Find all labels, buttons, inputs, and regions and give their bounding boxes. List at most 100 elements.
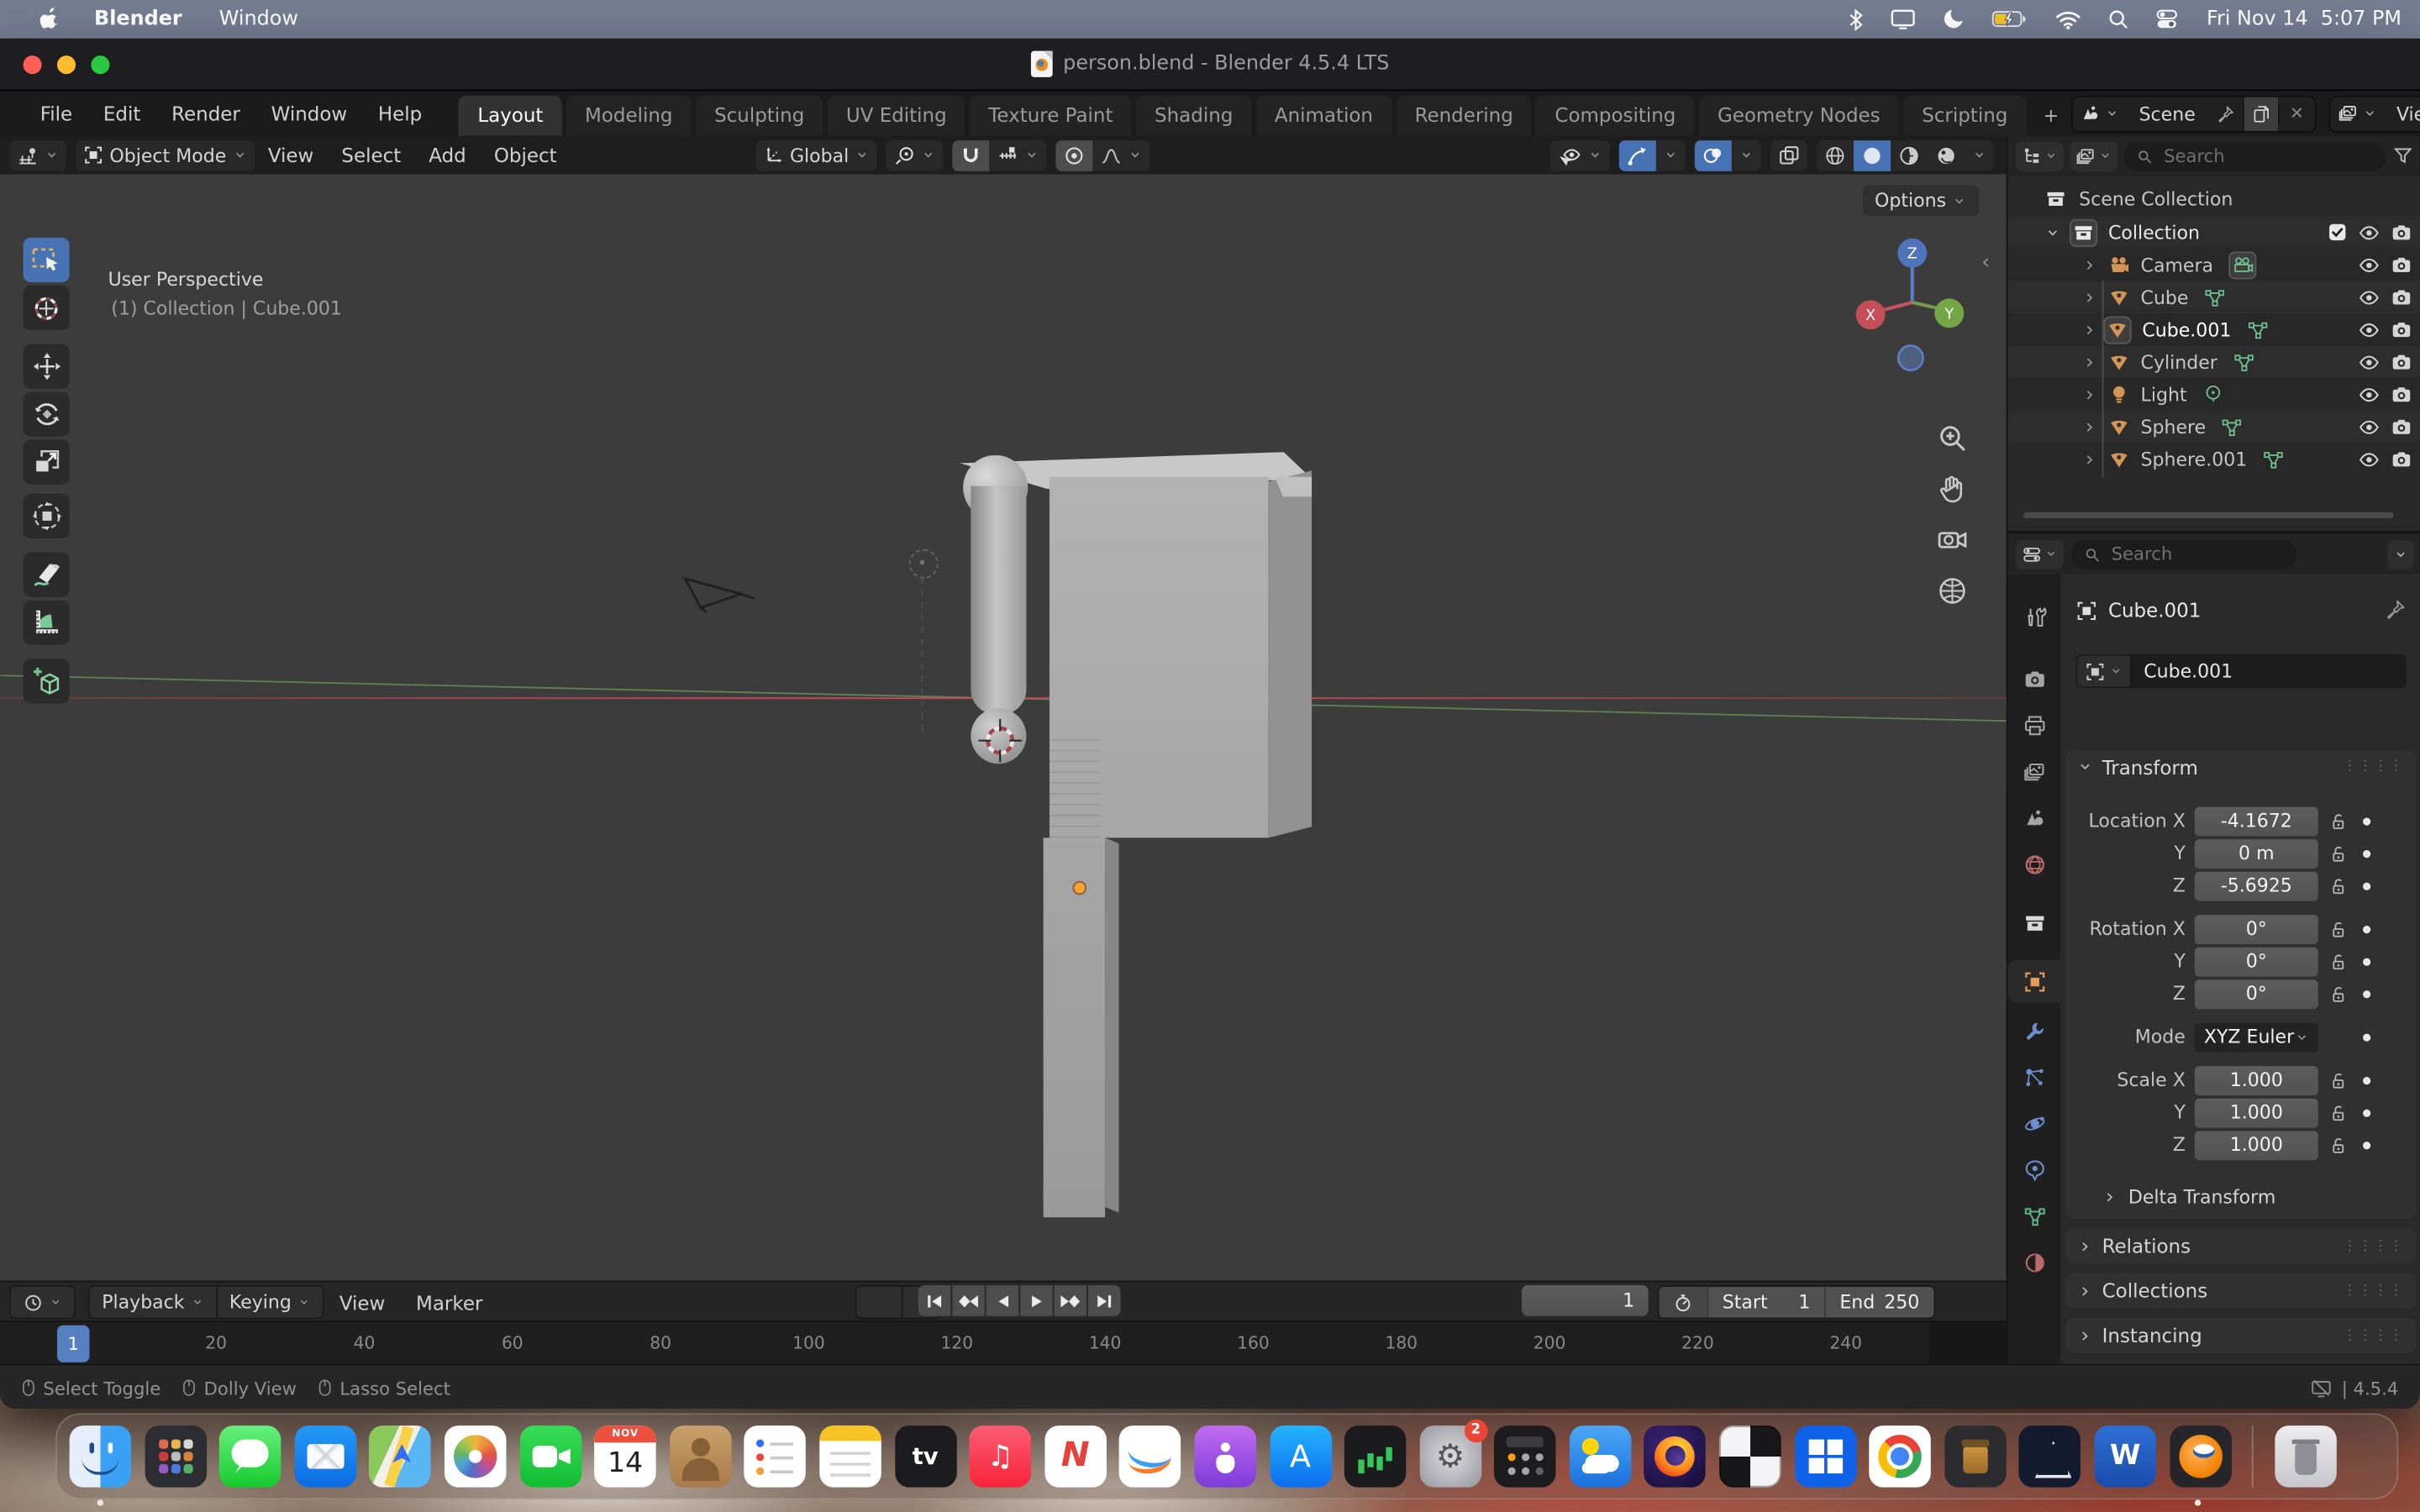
dock-blender-icon[interactable] xyxy=(2170,1425,2231,1487)
location-x-lock-icon[interactable] xyxy=(2328,811,2348,831)
collections-section[interactable]: Collections⋮⋮⋮⋮ xyxy=(2065,1273,2417,1308)
dock-music-icon[interactable]: ♫ xyxy=(970,1425,1031,1487)
menu-file[interactable]: File xyxy=(24,102,87,125)
location-z-animate-dot[interactable] xyxy=(2363,882,2370,890)
menu-window[interactable]: Window xyxy=(255,102,362,125)
tab-particle-properties[interactable] xyxy=(2008,1055,2060,1098)
cylinder-hide-eye-icon[interactable] xyxy=(2359,351,2381,373)
dock-affinity-icon[interactable] xyxy=(2019,1425,2081,1487)
pin-scene-icon[interactable] xyxy=(2207,97,2241,130)
camera-hide-eye-icon[interactable] xyxy=(2359,254,2381,276)
location-z-field[interactable]: -5.6925 xyxy=(2195,871,2318,900)
playback-menu[interactable]: Playback xyxy=(90,1287,218,1318)
tab-collection-properties[interactable] xyxy=(2008,901,2060,944)
tab-animation[interactable]: Animation xyxy=(1256,96,1392,136)
play-button[interactable] xyxy=(1020,1285,1053,1316)
dock-notes-icon[interactable] xyxy=(819,1425,881,1487)
dock-chrome-icon[interactable] xyxy=(1870,1425,1931,1487)
tab-shading[interactable]: Shading xyxy=(1136,96,1251,136)
tab-world-properties[interactable] xyxy=(2008,843,2060,885)
dock-firefox-icon[interactable] xyxy=(1644,1425,1706,1487)
scale-x-field[interactable]: 1.000 xyxy=(2195,1065,2318,1095)
cylinder-mesh-data-icon[interactable] xyxy=(2233,351,2254,373)
cube001-mesh-data-icon[interactable] xyxy=(2247,318,2269,340)
object-id-dropdown[interactable] xyxy=(2075,654,2129,688)
shading-wireframe-button[interactable] xyxy=(1817,139,1854,171)
falloff-dropdown[interactable] xyxy=(1092,139,1150,171)
viewlayer-selector[interactable]: ViewLayer ✕ xyxy=(2328,95,2420,132)
camera-object[interactable] xyxy=(676,568,759,617)
outliner-row-light[interactable]: Light xyxy=(2008,378,2420,411)
navigation-gizmo[interactable]: Z X Y xyxy=(1850,233,1974,375)
scale-x-animate-dot[interactable] xyxy=(2363,1076,2370,1084)
add-workspace-button[interactable]: + xyxy=(2031,97,2071,136)
light-hide-eye-icon[interactable] xyxy=(2359,383,2381,405)
outliner-row-scene-collection[interactable]: Scene Collection xyxy=(2008,182,2420,215)
snap-toggle[interactable] xyxy=(952,139,989,171)
tab-material-properties[interactable] xyxy=(2008,1241,2060,1284)
tab-physics-properties[interactable] xyxy=(2008,1101,2060,1144)
sphere001-hide-eye-icon[interactable] xyxy=(2359,449,2381,470)
dock-weather-icon[interactable] xyxy=(1570,1425,1631,1487)
cursor-tool[interactable] xyxy=(24,286,70,330)
scale-z-animate-dot[interactable] xyxy=(2363,1141,2370,1148)
next-keyframe-button[interactable] xyxy=(1054,1285,1086,1316)
battery-icon[interactable] xyxy=(1976,11,2041,28)
cube-mesh-data-icon[interactable] xyxy=(2204,286,2226,308)
pivot-point-dropdown[interactable] xyxy=(886,139,943,171)
outliner-row-cube001[interactable]: Cube.001 xyxy=(2008,313,2420,346)
dock-launchpad-icon[interactable] xyxy=(145,1425,206,1487)
dock-app-store-icon[interactable]: A xyxy=(1270,1425,1331,1487)
instancing-section[interactable]: Instancing⋮⋮⋮⋮ xyxy=(2065,1318,2417,1353)
relations-section[interactable]: Relations⋮⋮⋮⋮ xyxy=(2065,1228,2417,1263)
annotate-tool[interactable] xyxy=(24,553,70,597)
apple-menu-icon[interactable] xyxy=(24,6,76,32)
mode-dropdown[interactable]: Object Mode xyxy=(76,139,254,171)
location-x-animate-dot[interactable] xyxy=(2363,817,2370,825)
menu-help[interactable]: Help xyxy=(363,102,438,125)
rotation-x-lock-icon[interactable] xyxy=(2328,919,2348,939)
outliner-display-mode-button[interactable] xyxy=(2070,141,2118,171)
tab-uv-editing[interactable]: UV Editing xyxy=(828,96,965,136)
location-y-animate-dot[interactable] xyxy=(2363,849,2370,857)
rotation-x-animate-dot[interactable] xyxy=(2363,925,2370,932)
scale-z-field[interactable]: 1.000 xyxy=(2195,1130,2318,1159)
transform-orientation-dropdown[interactable]: Global xyxy=(756,139,877,171)
use-preview-range-icon[interactable] xyxy=(1659,1287,1708,1318)
tab-sculpting[interactable]: Sculpting xyxy=(696,96,823,136)
proportional-edit-toggle[interactable] xyxy=(1055,139,1092,171)
pan-hand-icon[interactable] xyxy=(1935,472,1969,506)
sidebar-collapse-arrow[interactable]: ‹ xyxy=(1981,251,1990,275)
editor-type-button[interactable] xyxy=(9,139,66,171)
dock-apple-tv-icon[interactable]: tv xyxy=(894,1425,955,1487)
light-data-icon[interactable] xyxy=(2202,383,2224,405)
tab-rendering[interactable]: Rendering xyxy=(1397,96,1532,136)
tab-constraint-properties[interactable] xyxy=(2008,1148,2060,1191)
show-overlays-toggle[interactable] xyxy=(1695,139,1732,171)
sphere-render-icon[interactable] xyxy=(2391,416,2412,438)
menubar-clock[interactable]: Fri Nov 14 5:07 PM xyxy=(2191,8,2402,31)
playhead[interactable]: 1 xyxy=(57,1326,90,1362)
rotation-mode-dropdown[interactable]: XYZ Euler xyxy=(2195,1022,2318,1052)
display-icon[interactable] xyxy=(1876,9,1928,29)
select-box-tool[interactable] xyxy=(24,238,70,282)
sphere-mesh-data-icon[interactable] xyxy=(2222,416,2244,438)
dock-news-icon[interactable]: N xyxy=(1044,1425,1106,1487)
scene-name[interactable]: Scene xyxy=(2127,102,2208,124)
rotation-x-field[interactable]: 0° xyxy=(2195,914,2318,943)
shading-dropdown[interactable] xyxy=(1965,139,1994,171)
shading-material-button[interactable] xyxy=(1891,139,1928,171)
tab-output-properties[interactable] xyxy=(2008,704,2060,747)
cube001-render-icon[interactable] xyxy=(2391,318,2412,340)
menu-edit[interactable]: Edit xyxy=(88,102,156,125)
tab-compositing[interactable]: Compositing xyxy=(1536,96,1694,136)
outliner-search-input[interactable] xyxy=(2160,144,2373,168)
dock-jar-app-icon[interactable] xyxy=(1944,1425,2006,1487)
outliner-row-sphere001[interactable]: Sphere.001 xyxy=(2008,443,2420,475)
cylinder-arm[interactable] xyxy=(971,486,1026,715)
current-frame-field[interactable]: 1 xyxy=(1522,1285,1649,1316)
filter-icon[interactable] xyxy=(2392,145,2414,167)
xray-toggle[interactable] xyxy=(1770,139,1807,171)
menubar-app-name[interactable]: Blender xyxy=(76,8,201,31)
tab-object-data-properties[interactable] xyxy=(2008,1194,2060,1237)
